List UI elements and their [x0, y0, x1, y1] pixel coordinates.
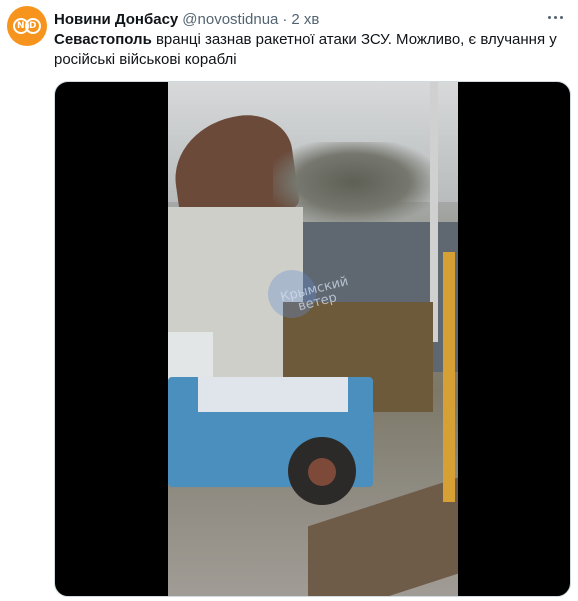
video-player[interactable]: Крымский ветер — [54, 81, 571, 597]
display-name[interactable]: Новини Донбасу — [54, 11, 178, 28]
user-handle[interactable]: @novostidnua — [182, 11, 278, 28]
avatar-letter-d: D — [29, 21, 37, 31]
tweet-text-bold: Севастополь — [54, 31, 152, 48]
more-dot — [547, 15, 551, 19]
separator-dot: · — [282, 10, 288, 28]
more-dot — [553, 15, 557, 19]
timestamp[interactable]: 2 хв — [291, 11, 319, 28]
video-wheel-hub — [308, 458, 336, 486]
video-yellow-post — [443, 252, 455, 502]
avatar[interactable]: N D — [7, 6, 47, 46]
tweet[interactable]: N D Новини Донбасу @novostidnua · 2 хв С… — [0, 0, 578, 601]
tweet-header: Новини Донбасу @novostidnua · 2 хв — [54, 9, 319, 29]
video-vehicle-top — [198, 377, 348, 412]
tweet-text: Севастополь вранці зазнав ракетної атаки… — [54, 30, 559, 70]
more-dot — [559, 15, 563, 19]
avatar-letter-n: N — [17, 21, 25, 31]
more-horizontal-icon[interactable] — [544, 9, 566, 25]
video-frame[interactable]: Крымский ветер — [168, 82, 458, 596]
